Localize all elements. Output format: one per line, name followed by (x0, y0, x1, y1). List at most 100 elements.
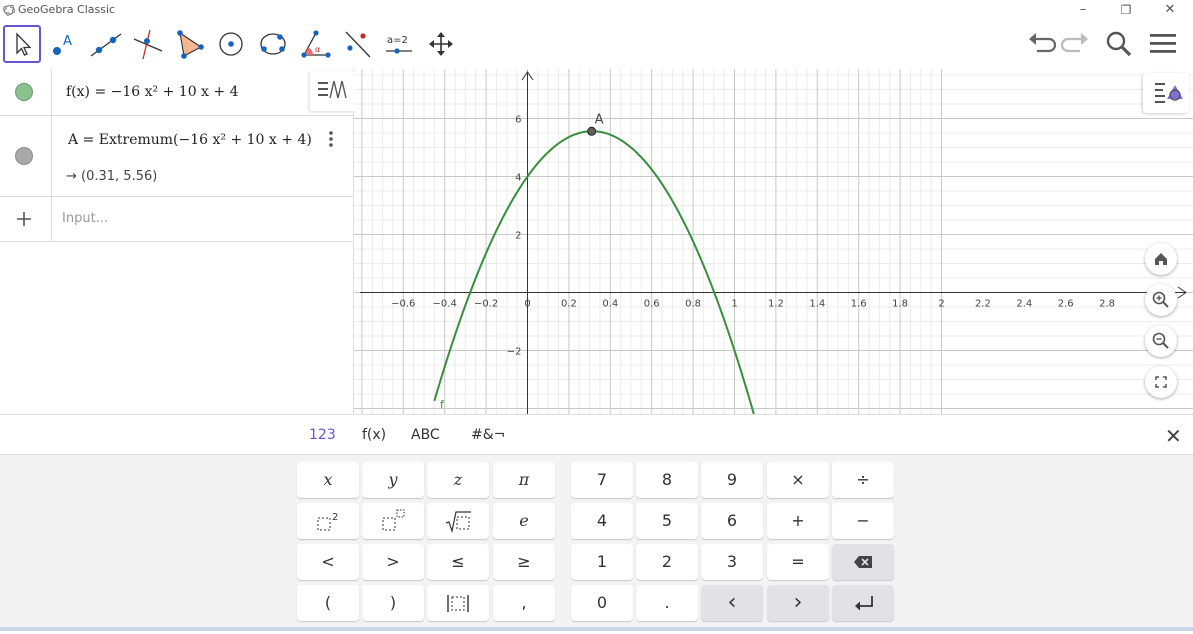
point-tool-button[interactable]: A (45, 25, 83, 63)
x-tick-label: −0.6 (391, 299, 415, 310)
move-graphics-view-tool-button[interactable] (422, 25, 460, 63)
keyboard-tab-fx[interactable]: f(x) (362, 427, 386, 443)
key-right-arrow[interactable]: › (767, 585, 829, 621)
polygon-tool-button[interactable] (170, 25, 208, 63)
zoom-out-button[interactable] (1145, 325, 1177, 357)
move-tool-button[interactable] (3, 25, 41, 63)
zoom-in-button[interactable] (1145, 284, 1177, 316)
svg-text:A: A (63, 34, 72, 49)
keyboard-tab-123[interactable]: 123 (309, 427, 336, 443)
more-options-button[interactable] (326, 130, 336, 150)
algebra-row-A[interactable]: A = Extremum(−16 x² + 10 x + 4) → (0.31,… (0, 116, 353, 197)
key-0[interactable]: 0 (571, 585, 633, 621)
key-divide[interactable]: ÷ (832, 462, 894, 498)
plus-icon[interactable] (16, 211, 32, 227)
point-A-label[interactable]: A (595, 112, 604, 127)
move-graphics-view-tool-icon (429, 32, 453, 56)
move-tool-icon (16, 32, 32, 56)
conic-tool-button[interactable] (254, 25, 292, 63)
key-greater-equal[interactable]: ≥ (493, 544, 555, 580)
algebra-row-f[interactable]: f(x) = −16 x² + 10 x + 4 (0, 69, 354, 116)
visibility-marble-icon[interactable] (15, 147, 33, 165)
key-8[interactable]: 8 (636, 462, 698, 498)
key-squared[interactable]: 2 (297, 503, 359, 539)
key-4[interactable]: 4 (571, 503, 633, 539)
key-7[interactable]: 7 (571, 462, 633, 498)
visibility-marble-icon[interactable] (15, 83, 33, 101)
reflect-tool-button[interactable] (338, 25, 376, 63)
key-minus[interactable]: − (832, 503, 894, 539)
key-1[interactable]: 1 (571, 544, 633, 580)
key-left-arrow[interactable]: ‹ (701, 585, 763, 621)
x-tick-label: 2.4 (1016, 299, 1032, 310)
key-6[interactable]: 6 (701, 503, 763, 539)
key-plus[interactable]: + (767, 503, 829, 539)
algebra-view-options-button[interactable] (310, 71, 354, 111)
key-enter[interactable] (832, 585, 894, 621)
y-tick-label: 2 (515, 231, 521, 242)
home-icon (1155, 253, 1167, 265)
key-abs[interactable] (427, 585, 489, 621)
search-button[interactable] (1103, 29, 1135, 59)
graphics-style-bar-button[interactable] (1143, 73, 1189, 113)
x-tick-label: 0 (524, 299, 530, 310)
graphics-canvas[interactable]: −0.6 −0.4 −0.2 0 0.2 0.4 0.6 0.8 1 1.2 1.4 1.6 1.8 2 2… (354, 69, 1193, 414)
y-tick-label: −2 (507, 347, 522, 358)
fullscreen-button[interactable] (1145, 366, 1177, 398)
perpendicular-line-tool-button[interactable] (128, 25, 166, 63)
key-greater-than[interactable]: > (362, 544, 424, 580)
graphics-view[interactable]: −0.6 −0.4 −0.2 0 0.2 0.4 0.6 0.8 1 1.2 1.4 1.6 1.8 2 2… (354, 69, 1193, 414)
y-tick-label: 4 (515, 173, 521, 184)
key-multiply[interactable]: × (767, 462, 829, 498)
redo-button[interactable] (1060, 29, 1092, 59)
key-backspace[interactable] (832, 544, 894, 580)
slider-tool-button[interactable]: a=2 (380, 25, 418, 63)
algebra-expression-A[interactable]: A = Extremum(−16 x² + 10 x + 4) (68, 132, 312, 148)
algebra-input-row[interactable] (0, 197, 353, 242)
x-tick-label: 0.4 (602, 299, 618, 310)
line-tool-button[interactable] (87, 25, 125, 63)
key-sqrt[interactable] (427, 503, 489, 539)
squared-icon: 2 (317, 512, 338, 531)
circle-tool-button[interactable] (212, 25, 250, 63)
key-y[interactable]: y (362, 462, 424, 498)
algebra-input-field[interactable]: Input... (62, 211, 108, 226)
absolute-value-icon (447, 595, 469, 612)
key-9[interactable]: 9 (701, 462, 763, 498)
menu-button[interactable] (1147, 29, 1179, 59)
keyboard-tab-symbols[interactable]: #&¬ (471, 427, 505, 443)
svg-text:2: 2 (332, 512, 338, 523)
key-5[interactable]: 5 (636, 503, 698, 539)
key-equals[interactable]: = (767, 544, 829, 580)
x-tick-label: 1 (731, 299, 737, 310)
key-e[interactable]: e (493, 503, 555, 539)
style-bar-toggle-icon (1155, 83, 1183, 103)
key-decimal[interactable]: . (636, 585, 698, 621)
close-button[interactable]: ✕ (1148, 0, 1192, 21)
x-tick-label: 0.2 (561, 299, 577, 310)
keyboard-tab-abc[interactable]: ABC (411, 427, 440, 443)
minimize-button[interactable]: – (1061, 0, 1105, 21)
reflect-tool-icon (345, 31, 371, 58)
undo-button[interactable] (1025, 29, 1057, 59)
key-close-paren[interactable]: ) (362, 585, 424, 621)
key-pi[interactable]: π (493, 462, 555, 498)
algebra-expression-f[interactable]: f(x) = −16 x² + 10 x + 4 (66, 84, 239, 100)
key-less-than[interactable]: < (297, 544, 359, 580)
key-open-paren[interactable]: ( (297, 585, 359, 621)
close-keyboard-icon[interactable]: ✕ (1165, 424, 1182, 448)
key-2[interactable]: 2 (636, 544, 698, 580)
sort-description-icon (318, 80, 347, 99)
point-A[interactable] (587, 126, 597, 136)
key-x[interactable]: x (297, 462, 359, 498)
key-comma[interactable]: , (493, 585, 555, 621)
key-z[interactable]: z (427, 462, 489, 498)
restore-button[interactable]: ❐ (1104, 0, 1148, 21)
enter-icon (855, 596, 873, 611)
standard-view-button[interactable] (1145, 243, 1177, 275)
y-tick-label: 6 (515, 115, 521, 126)
key-3[interactable]: 3 (701, 544, 763, 580)
key-less-equal[interactable]: ≤ (427, 544, 489, 580)
angle-tool-button[interactable]: α (296, 25, 334, 63)
key-power[interactable] (362, 503, 424, 539)
